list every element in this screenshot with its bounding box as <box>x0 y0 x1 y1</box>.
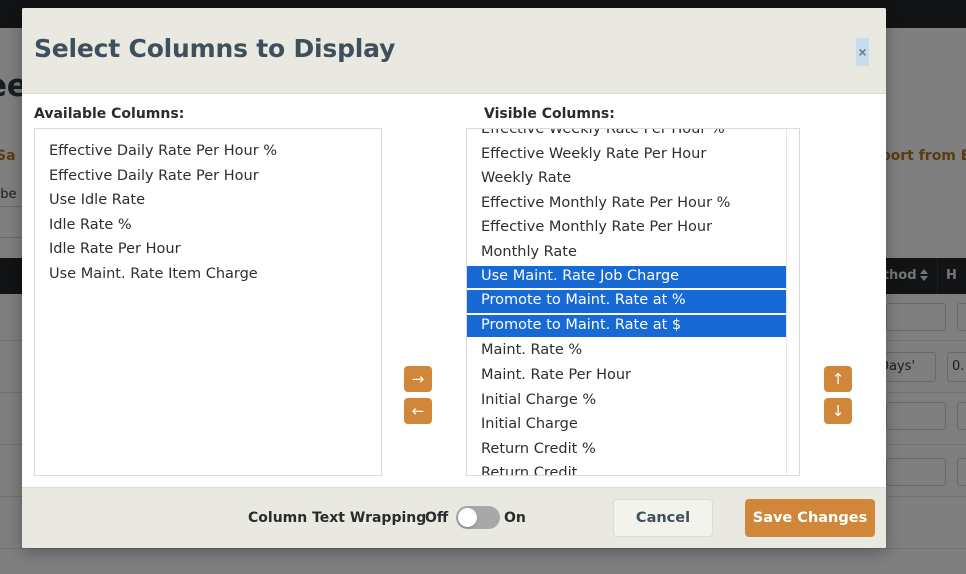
column-text-wrapping-label: Column Text Wrapping <box>248 510 427 526</box>
list-item[interactable]: Idle Rate Per Hour <box>35 237 381 262</box>
screen: eee Sa mport from E nbe ethod H Days' 0.… <box>0 0 966 574</box>
wrap-off-label: Off <box>425 510 449 526</box>
select-columns-modal: Select Columns to Display × Available Co… <box>22 8 886 548</box>
available-columns-listbox[interactable]: Effective Daily Rate Per Hour % Effective… <box>34 128 382 476</box>
available-columns-label: Available Columns: <box>34 106 185 122</box>
modal-footer: Column Text Wrapping Off On Cancel Save … <box>22 487 886 548</box>
arrow-down-icon[interactable]: ↓ <box>824 398 852 424</box>
toggle-knob <box>458 508 477 527</box>
list-item[interactable]: Maint. Rate % <box>467 338 799 363</box>
list-item[interactable]: Weekly Rate <box>467 166 799 191</box>
save-changes-button[interactable]: Save Changes <box>745 499 875 537</box>
list-item[interactable]: Initial Charge % <box>467 388 799 413</box>
visible-columns-scrollbar[interactable] <box>786 129 799 475</box>
list-item[interactable]: Monthly Rate <box>467 240 799 265</box>
modal-title: Select Columns to Display <box>34 34 396 63</box>
wrap-on-label: On <box>504 510 526 526</box>
list-item[interactable]: Use Maint. Rate Item Charge <box>35 262 381 287</box>
arrow-up-icon[interactable]: ↑ <box>824 366 852 392</box>
modal-header: Select Columns to Display × <box>22 8 886 94</box>
list-item[interactable]: Promote to Maint. Rate at % <box>467 289 787 314</box>
list-item[interactable]: Use Maint. Rate Job Charge <box>467 264 787 290</box>
modal-body: Available Columns: Visible Columns: Effe… <box>22 94 886 487</box>
list-item[interactable]: Effective Daily Rate Per Hour % <box>35 139 381 164</box>
arrow-right-icon[interactable]: → <box>404 366 432 392</box>
column-text-wrapping-toggle[interactable] <box>456 506 500 529</box>
list-item[interactable]: Effective Monthly Rate Per Hour <box>467 215 799 240</box>
arrow-left-icon[interactable]: ← <box>404 398 432 424</box>
list-item[interactable]: Return Credit % <box>467 437 799 462</box>
list-item[interactable]: Effective Monthly Rate Per Hour % <box>467 191 799 216</box>
visible-columns-label: Visible Columns: <box>484 106 615 122</box>
list-item[interactable]: Maint. Rate Per Hour <box>467 363 799 388</box>
list-item[interactable]: Promote to Maint. Rate at $ <box>467 313 787 339</box>
list-item[interactable]: Return Credit <box>467 461 799 475</box>
reorder-button-group: ↑ ↓ <box>824 366 852 430</box>
list-item[interactable]: Idle Rate % <box>35 213 381 238</box>
cancel-button[interactable]: Cancel <box>613 499 713 537</box>
close-icon[interactable]: × <box>856 38 869 66</box>
list-item[interactable]: Use Idle Rate <box>35 188 381 213</box>
list-item[interactable]: Effective Weekly Rate Per Hour % <box>467 129 799 142</box>
list-item[interactable]: Effective Weekly Rate Per Hour <box>467 142 799 167</box>
list-item[interactable]: Effective Daily Rate Per Hour <box>35 164 381 189</box>
visible-columns-listbox[interactable]: Effective Weekly Rate Per Hour % Effectiv… <box>466 128 800 476</box>
list-item[interactable]: Initial Charge <box>467 412 799 437</box>
transfer-button-group: → ← <box>404 366 432 430</box>
